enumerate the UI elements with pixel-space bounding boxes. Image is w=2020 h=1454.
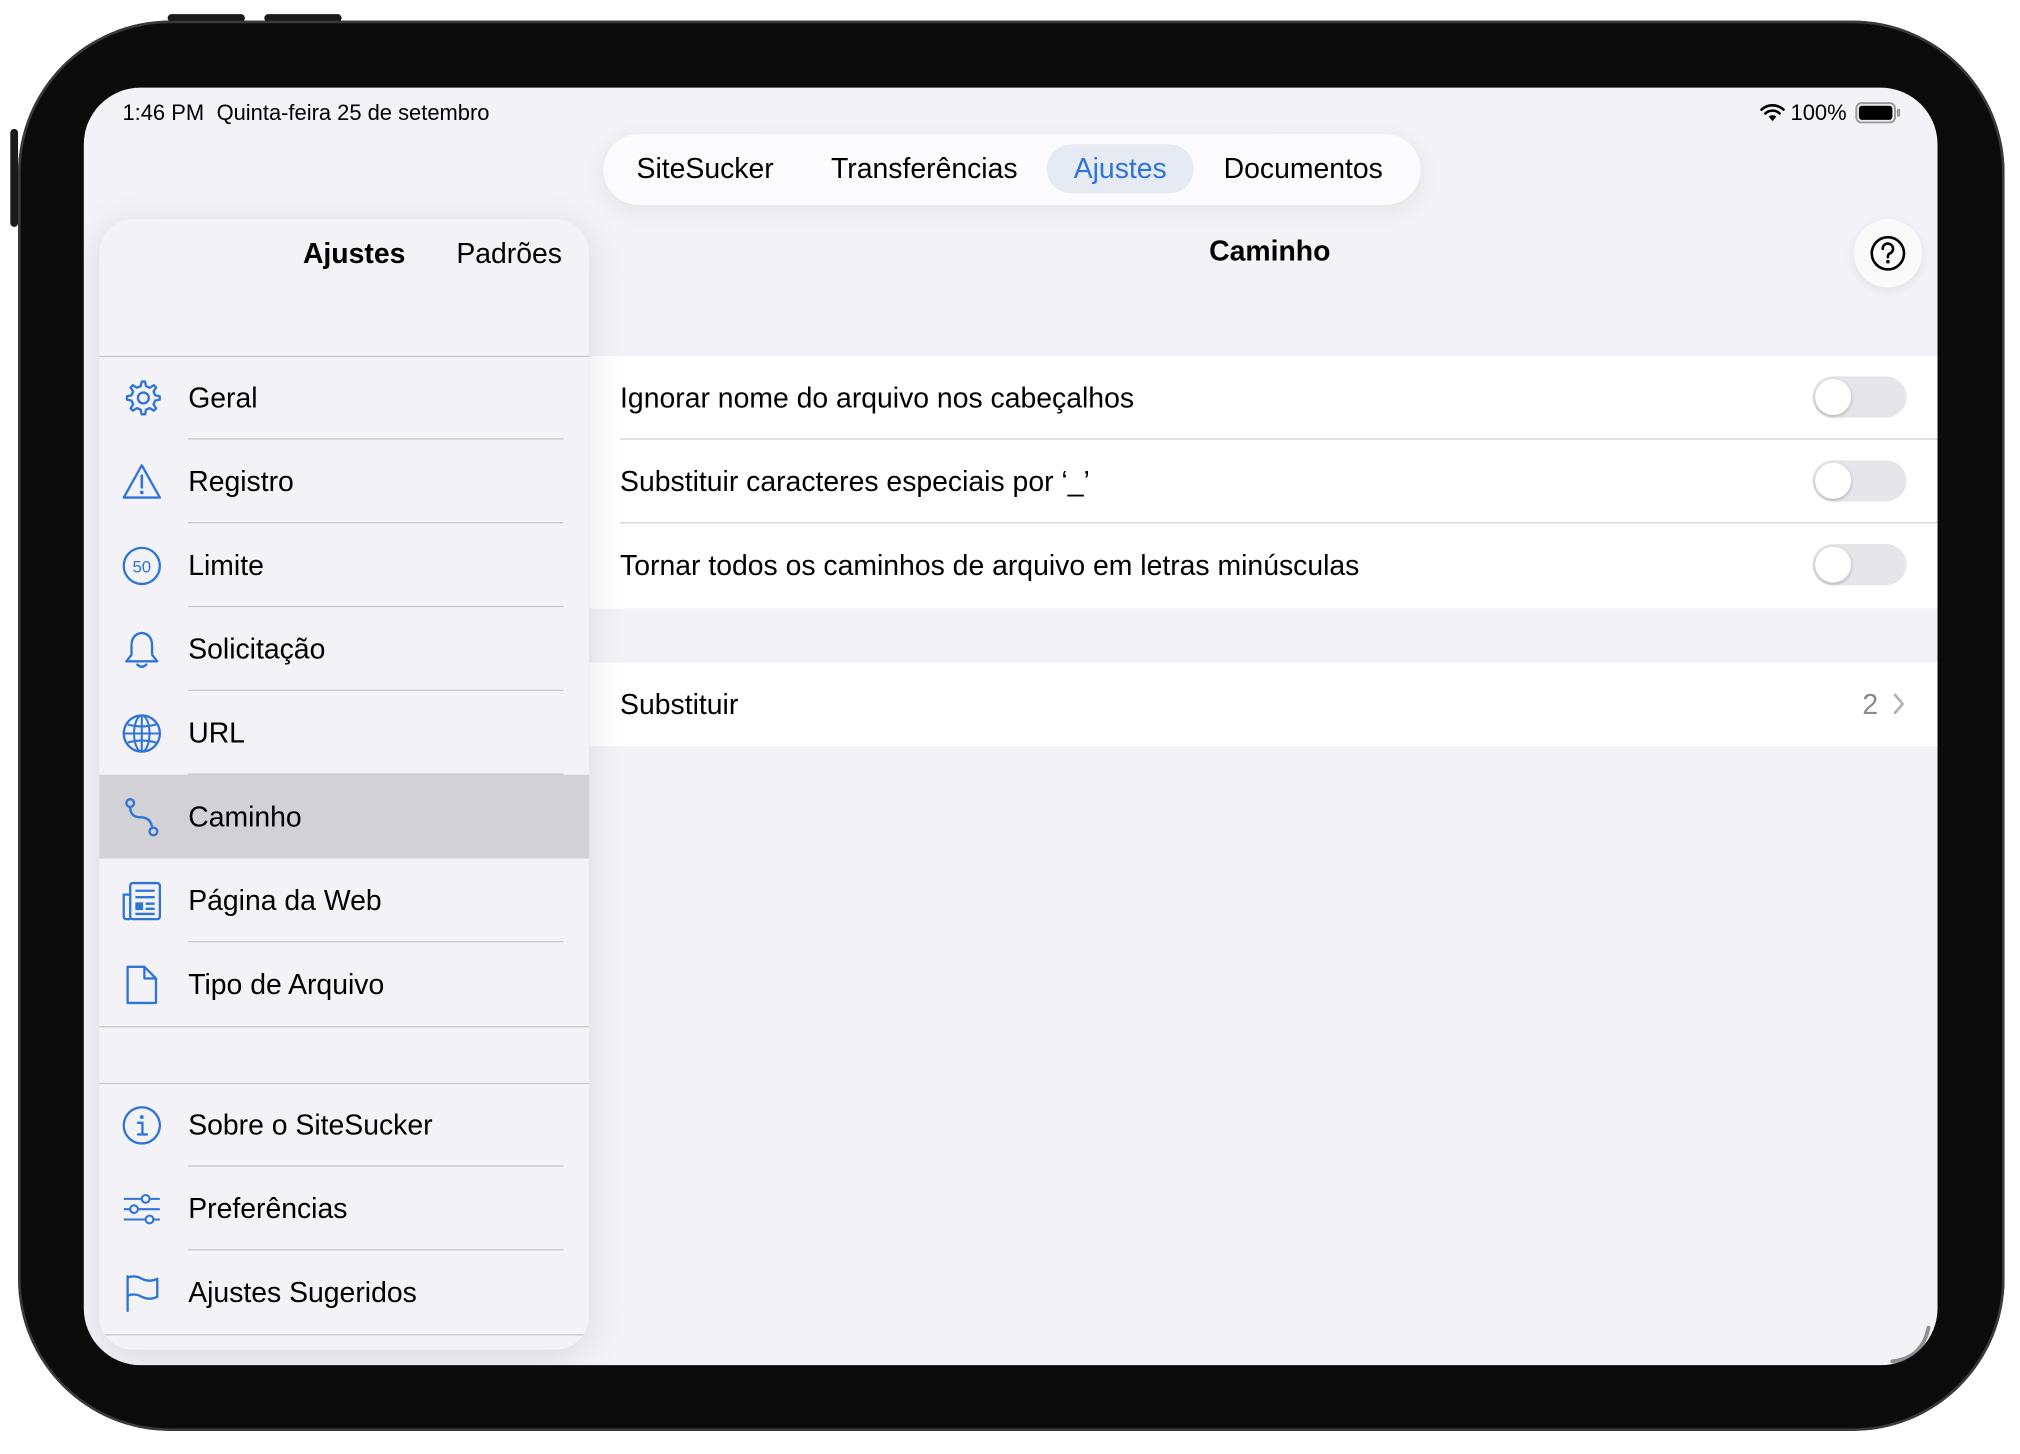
toggle-knob (1815, 462, 1852, 499)
toggle-knob (1815, 378, 1852, 416)
replace-special-chars-toggle[interactable] (1812, 460, 1907, 502)
toggle-knob (1815, 546, 1852, 583)
sidebar-item-pagina-da-web[interactable]: Página da Web (99, 859, 589, 943)
sidebar-item-label: Página da Web (188, 884, 382, 917)
tab-sitesucker[interactable]: SiteSucker (619, 144, 792, 193)
svg-text:50: 50 (132, 557, 151, 576)
document-icon (126, 965, 158, 1005)
sidebar-item-label: Caminho (188, 800, 302, 833)
sidebar-item-label: Solicitação (188, 632, 326, 666)
setting-label: Substituir caracteres especiais por ‘_’ (620, 465, 1090, 498)
sidebar-item-ajustes-sugeridos[interactable]: Ajustes Sugeridos (99, 1250, 589, 1334)
globe-icon (122, 714, 162, 753)
list-section-rule (99, 1026, 590, 1028)
newspaper-icon (122, 881, 162, 921)
power-button (10, 128, 19, 227)
ignore-filename-toggle[interactable] (1812, 376, 1907, 418)
wifi-icon (1760, 103, 1785, 122)
sidebar-item-registro[interactable]: Registro (99, 440, 589, 524)
bell-icon (125, 631, 159, 668)
setting-row-replace: Substituir 2 (589, 663, 1937, 747)
sliders-icon (123, 1193, 160, 1225)
sidebar-item-label: Geral (188, 381, 258, 414)
sidebar-item-solicitacao[interactable]: Solicitação (99, 607, 589, 691)
battery-icon (1855, 102, 1901, 124)
sidebar-item-url[interactable]: URL (99, 691, 589, 775)
sidebar-item-preferencias[interactable]: Preferências (99, 1167, 589, 1251)
sidebar-item-label: Preferências (188, 1192, 348, 1225)
sidebar-item-label: Ajustes Sugeridos (188, 1276, 417, 1309)
sidebar-item-label: Sobre o SiteSucker (188, 1108, 433, 1141)
screen: 1:46 PM Quinta-feira 25 de setembro 100%… (83, 87, 1938, 1366)
sidebar-item-label: Tipo de Arquivo (188, 968, 385, 1001)
tab-ajustes[interactable]: Ajustes (1046, 144, 1194, 194)
sidebar-item-label: Registro (188, 465, 294, 498)
path-icon (125, 798, 159, 837)
status-date: Quinta-feira 25 de setembro (216, 100, 490, 126)
sidebar-item-label: Limite (188, 549, 264, 582)
resize-grip-icon[interactable] (1889, 1320, 1935, 1365)
sidebar-item-tipo-de-arquivo[interactable]: Tipo de Arquivo (99, 942, 589, 1026)
device-frame: 1:46 PM Quinta-feira 25 de setembro 100%… (0, 0, 2020, 1454)
replace-label: Substituir (620, 688, 739, 721)
lowercase-paths-toggle[interactable] (1812, 544, 1907, 586)
flag-icon (126, 1275, 159, 1313)
replace-count: 2 (1862, 688, 1879, 721)
help-button[interactable] (1853, 219, 1923, 288)
sidebar-segment-ajustes[interactable]: Ajustes (303, 237, 405, 271)
status-time: 1:46 PM (122, 100, 205, 126)
setting-row-ignore-filename: Ignorar nome do arquivo nos cabeçalhos (589, 356, 1938, 440)
sidebar-item-caminho[interactable]: Caminho (99, 774, 590, 859)
gear-icon (125, 380, 161, 416)
sidebar-item-sobre[interactable]: Sobre o SiteSucker (99, 1083, 589, 1167)
setting-row-lowercase-paths: Tornar todos os caminhos de arquivo em l… (589, 523, 1937, 607)
tab-documentos[interactable]: Documentos (1204, 144, 1403, 193)
tab-transferencias[interactable]: Transferências (815, 144, 1034, 193)
tab-bar: SiteSucker Transferências Ajustes Docume… (603, 134, 1421, 205)
chevron-right-icon (1893, 693, 1905, 715)
info-icon (122, 1106, 162, 1145)
battery-percent: 100% (1790, 100, 1847, 126)
sidebar-item-limite[interactable]: 50 Limite (99, 523, 589, 608)
setting-label: Ignorar nome do arquivo nos cabeçalhos (620, 381, 1135, 414)
limit-50-icon: 50 (122, 546, 162, 586)
setting-label: Tornar todos os caminhos de arquivo em l… (620, 549, 1360, 582)
replace-row[interactable]: Substituir 2 (589, 662, 1938, 747)
sidebar-segment-padroes[interactable]: Padrões (456, 237, 562, 271)
warning-triangle-icon (122, 464, 162, 499)
list-bottom-rule (99, 1334, 590, 1336)
detail-title: Caminho (1209, 234, 1331, 267)
path-options-group: Ignorar nome do arquivo nos cabeçalhos S… (589, 355, 1938, 609)
sidebar-item-label: URL (188, 716, 245, 749)
sidebar-item-geral[interactable]: Geral (99, 356, 589, 440)
question-circle-icon (1870, 235, 1906, 271)
setting-row-replace-special-chars: Substituir caracteres especiais por ‘_’ (589, 440, 1938, 524)
sidebar: Ajustes Padrões Geral Registro 50 Limite… (99, 219, 590, 1350)
